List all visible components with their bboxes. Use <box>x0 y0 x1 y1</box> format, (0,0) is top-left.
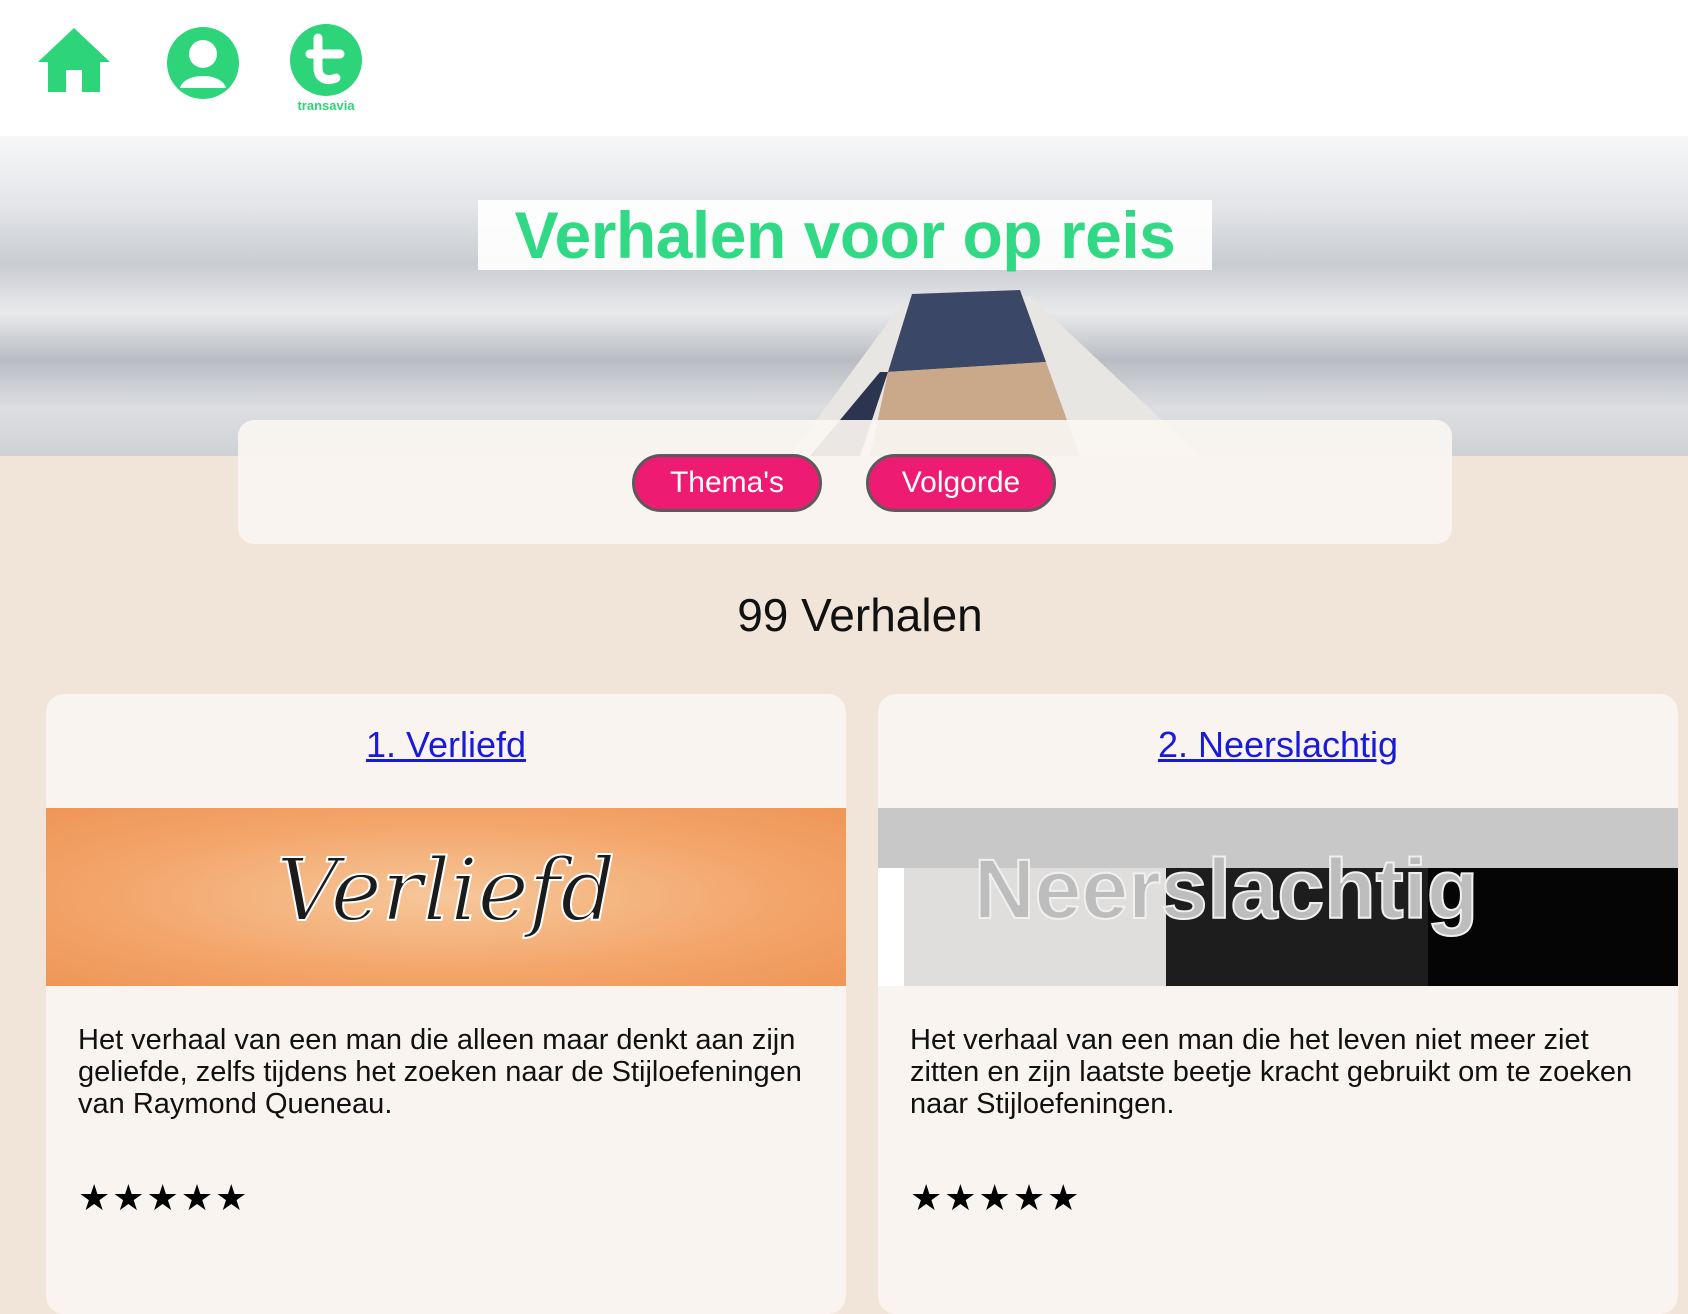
story-thumbnail[interactable]: Neerslachtig <box>878 808 1678 986</box>
rating-stars: ★★★★★ <box>910 1178 1082 1219</box>
hero-banner: Verhalen voor op reis <box>0 136 1688 456</box>
hero-title-box: Verhalen voor op reis <box>478 200 1212 270</box>
book-spine-image <box>790 290 1200 456</box>
rating-stars: ★★★★★ <box>78 1178 250 1219</box>
transavia-wordmark: transavia <box>297 98 355 113</box>
page-title: Verhalen voor op reis <box>514 198 1176 272</box>
verliefd-image-lettering: Verliefd <box>276 841 615 941</box>
top-navigation-bar: transavia <box>0 0 1688 136</box>
story-title-link[interactable]: 2. Neerslachtig <box>878 724 1678 766</box>
story-thumbnail[interactable]: Verliefd <box>46 808 846 986</box>
story-description: Het verhaal van een man die alleen maar … <box>78 1024 802 1120</box>
filter-panel: Thema's Volgorde <box>238 420 1452 544</box>
transavia-logo[interactable]: transavia <box>288 24 364 116</box>
story-description: Het verhaal van een man die het leven ni… <box>910 1024 1633 1120</box>
user-icon[interactable] <box>166 26 240 100</box>
story-card[interactable]: 2. Neerslachtig Neerslachtig Het verhaal… <box>878 694 1678 1314</box>
story-card[interactable]: 1. Verliefd Verliefd Het verhaal van een… <box>46 694 846 1314</box>
story-title-link[interactable]: 1. Verliefd <box>46 724 846 766</box>
order-button[interactable]: Volgorde <box>866 454 1056 512</box>
home-icon[interactable] <box>36 26 112 96</box>
themes-button[interactable]: Thema's <box>632 454 822 512</box>
results-count: 99 Verhalen <box>737 589 983 641</box>
neerslachtig-image-lettering: Neerslachtig <box>974 842 1478 936</box>
